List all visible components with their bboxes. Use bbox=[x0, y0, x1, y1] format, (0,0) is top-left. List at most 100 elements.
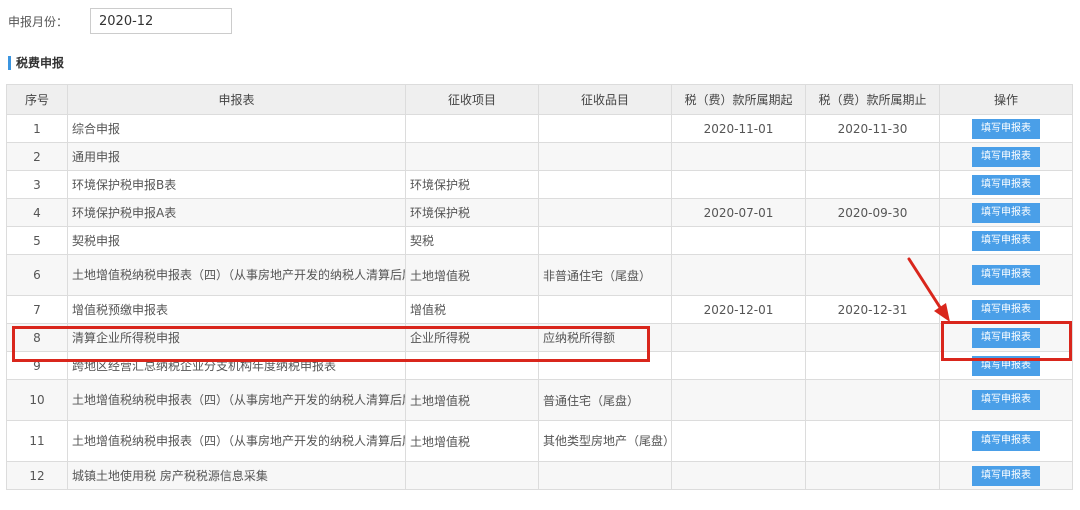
table-row: 3 环境保护税申报B表 环境保护税 填写申报表 bbox=[6, 170, 1073, 199]
table-row: 7 增值税预缴申报表 增值税 2020-12-01 2020-12-31 填写申… bbox=[6, 295, 1073, 324]
header-subitem: 征收品目 bbox=[538, 84, 672, 115]
row-action: 填写申报表 bbox=[939, 226, 1073, 255]
fill-form-button[interactable]: 填写申报表 bbox=[972, 174, 1040, 195]
row-no: 11 bbox=[6, 420, 68, 462]
row-item: 土地增值税 bbox=[405, 379, 539, 421]
table-row: 4 环境保护税申报A表 环境保护税 2020-07-01 2020-09-30 … bbox=[6, 198, 1073, 227]
period-label: 申报月份： bbox=[8, 14, 69, 29]
row-action: 填写申报表 bbox=[939, 295, 1073, 324]
row-item: 契税 bbox=[405, 226, 539, 255]
row-form: 环境保护税申报B表 bbox=[67, 170, 406, 199]
row-no: 4 bbox=[6, 198, 68, 227]
row-period-start bbox=[671, 226, 806, 255]
row-period-end: 2020-09-30 bbox=[805, 198, 940, 227]
row-item: 环境保护税 bbox=[405, 198, 539, 227]
row-form: 通用申报 bbox=[67, 142, 406, 171]
row-period-start bbox=[671, 461, 806, 490]
row-form: 城镇土地使用税 房产税税源信息采集 bbox=[67, 461, 406, 490]
row-item: 增值税 bbox=[405, 295, 539, 324]
row-form: 环境保护税申报A表 bbox=[67, 198, 406, 227]
row-action: 填写申报表 bbox=[939, 142, 1073, 171]
fill-form-button[interactable]: 填写申报表 bbox=[972, 431, 1040, 451]
row-no: 6 bbox=[6, 254, 68, 296]
row-period-end bbox=[805, 254, 940, 296]
section-title: 税费申报 bbox=[8, 56, 64, 70]
row-subitem bbox=[538, 295, 672, 324]
row-action: 填写申报表 bbox=[939, 420, 1073, 462]
row-subitem bbox=[538, 170, 672, 199]
row-item: 企业所得税 bbox=[405, 323, 539, 352]
header-no: 序号 bbox=[6, 84, 68, 115]
table-row: 12 城镇土地使用税 房产税税源信息采集 填写申报表 bbox=[6, 461, 1073, 490]
row-item bbox=[405, 461, 539, 490]
row-subitem: 非普通住宅（尾盘） bbox=[538, 254, 672, 296]
row-period-start: 2020-07-01 bbox=[671, 198, 806, 227]
row-period-start: 2020-12-01 bbox=[671, 295, 806, 324]
row-no: 5 bbox=[6, 226, 68, 255]
row-period-start bbox=[671, 420, 806, 462]
row-period-start bbox=[671, 142, 806, 171]
row-subitem: 应纳税所得额 bbox=[538, 323, 672, 352]
row-period-end bbox=[805, 142, 940, 171]
row-period-end bbox=[805, 379, 940, 421]
row-period-start bbox=[671, 170, 806, 199]
fill-form-button[interactable]: 填写申报表 bbox=[972, 118, 1040, 139]
row-item: 土地增值税 bbox=[405, 420, 539, 462]
fill-form-button[interactable]: 填写申报表 bbox=[972, 265, 1040, 285]
row-period-end bbox=[805, 323, 940, 352]
row-no: 1 bbox=[6, 114, 68, 143]
row-form: 综合申报 bbox=[67, 114, 406, 143]
row-item: 土地增值税 bbox=[405, 254, 539, 296]
table-row: 10 土地增值税纳税申报表（四）（从事房地产开发的纳税人清算后尾盘销售适用） 土… bbox=[6, 379, 1073, 421]
row-subitem: 其他类型房地产（尾盘） bbox=[538, 420, 672, 462]
row-no: 3 bbox=[6, 170, 68, 199]
row-form: 契税申报 bbox=[67, 226, 406, 255]
fill-form-button[interactable]: 填写申报表 bbox=[972, 355, 1040, 376]
row-action: 填写申报表 bbox=[939, 461, 1073, 490]
row-form: 土地增值税纳税申报表（四）（从事房地产开发的纳税人清算后尾盘销售适用） bbox=[67, 254, 406, 296]
fill-form-button[interactable]: 填写申报表 bbox=[972, 299, 1040, 320]
row-subitem: 普通住宅（尾盘） bbox=[538, 379, 672, 421]
row-form: 增值税预缴申报表 bbox=[67, 295, 406, 324]
header-period-start: 税（费）款所属期起 bbox=[671, 84, 806, 115]
table-row: 1 综合申报 2020-11-01 2020-11-30 填写申报表 bbox=[6, 114, 1073, 143]
row-period-end bbox=[805, 170, 940, 199]
row-item: 环境保护税 bbox=[405, 170, 539, 199]
row-subitem bbox=[538, 226, 672, 255]
row-action: 填写申报表 bbox=[939, 379, 1073, 421]
row-period-end: 2020-12-31 bbox=[805, 295, 940, 324]
period-input[interactable] bbox=[90, 8, 232, 34]
fill-form-button[interactable]: 填写申报表 bbox=[972, 146, 1040, 167]
fill-form-button[interactable]: 填写申报表 bbox=[972, 390, 1040, 410]
header-form: 申报表 bbox=[67, 84, 406, 115]
header-action: 操作 bbox=[939, 84, 1073, 115]
table-row: 11 土地增值税纳税申报表（四）（从事房地产开发的纳税人清算后尾盘销售适用） 土… bbox=[6, 420, 1073, 462]
row-action: 填写申报表 bbox=[939, 198, 1073, 227]
fill-form-button[interactable]: 填写申报表 bbox=[972, 465, 1040, 486]
row-period-start: 2020-11-01 bbox=[671, 114, 806, 143]
row-action: 填写申报表 bbox=[939, 351, 1073, 380]
row-action: 填写申报表 bbox=[939, 170, 1073, 199]
table-header-row: 序号 申报表 征收项目 征收品目 税（费）款所属期起 税（费）款所属期止 操作 bbox=[6, 84, 1073, 115]
table-row: 8 清算企业所得税申报 企业所得税 应纳税所得额 填写申报表 bbox=[6, 323, 1073, 352]
row-period-start bbox=[671, 379, 806, 421]
table-row: 9 跨地区经营汇总纳税企业分支机构年度纳税申报表 填写申报表 bbox=[6, 351, 1073, 380]
row-period-end: 2020-11-30 bbox=[805, 114, 940, 143]
header-period-end: 税（费）款所属期止 bbox=[805, 84, 940, 115]
fill-form-button[interactable]: 填写申报表 bbox=[972, 230, 1040, 251]
row-form: 清算企业所得税申报 bbox=[67, 323, 406, 352]
row-form: 土地增值税纳税申报表（四）（从事房地产开发的纳税人清算后尾盘销售适用） bbox=[67, 379, 406, 421]
fill-form-button[interactable]: 填写申报表 bbox=[972, 327, 1040, 348]
header-item: 征收项目 bbox=[405, 84, 539, 115]
row-item bbox=[405, 351, 539, 380]
row-item bbox=[405, 114, 539, 143]
row-subitem bbox=[538, 351, 672, 380]
fill-form-button[interactable]: 填写申报表 bbox=[972, 202, 1040, 223]
row-period-end bbox=[805, 461, 940, 490]
row-form: 跨地区经营汇总纳税企业分支机构年度纳税申报表 bbox=[67, 351, 406, 380]
row-no: 2 bbox=[6, 142, 68, 171]
row-period-start bbox=[671, 254, 806, 296]
row-item bbox=[405, 142, 539, 171]
table-row: 6 土地增值税纳税申报表（四）（从事房地产开发的纳税人清算后尾盘销售适用） 土地… bbox=[6, 254, 1073, 296]
row-subitem bbox=[538, 142, 672, 171]
